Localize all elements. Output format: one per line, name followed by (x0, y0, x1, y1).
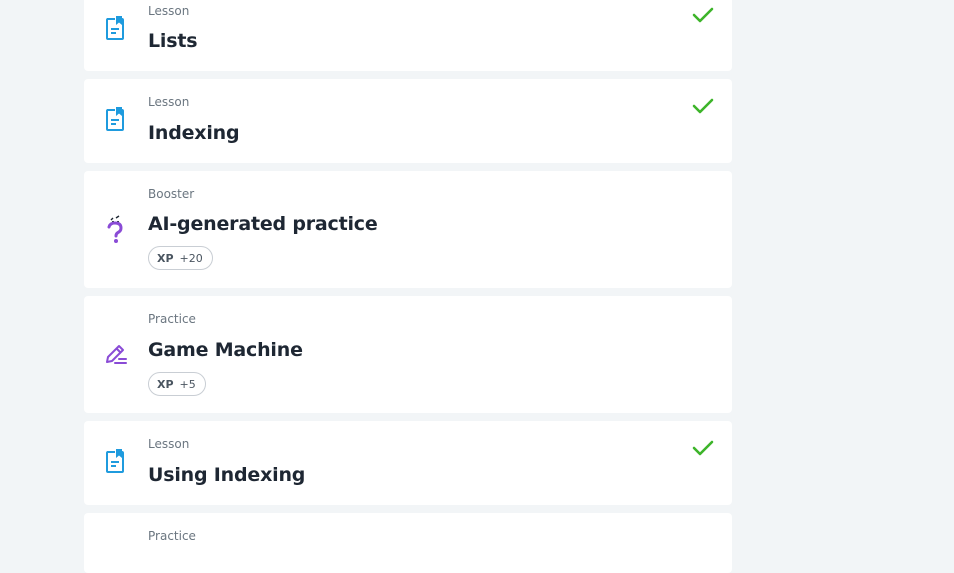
item-type-label: Lesson (148, 95, 190, 109)
question-mark-icon (104, 215, 128, 243)
xp-badge: XP +20 (148, 246, 213, 270)
list-item-using-indexing[interactable]: Lesson Using Indexing (84, 421, 732, 505)
pencil-icon (104, 342, 128, 368)
item-title: AI-generated practice (148, 213, 378, 235)
list-item-ai-generated-practice[interactable]: Booster AI-generated practice XP +20 (84, 171, 732, 288)
item-title: Using Indexing (148, 464, 306, 486)
item-type-label: Lesson (148, 4, 190, 18)
item-type-label: Lesson (148, 437, 190, 451)
list-item-game-machine[interactable]: Practice Game Machine XP +5 (84, 296, 732, 413)
item-title: Lists (148, 30, 198, 52)
completed-check-icon (692, 439, 714, 457)
item-type-label: Booster (148, 187, 195, 201)
item-title: Game Machine (148, 339, 303, 361)
lesson-document-icon (104, 107, 128, 133)
list-item-lists[interactable]: Lesson Lists (84, 0, 732, 71)
item-type-label: Practice (148, 529, 196, 543)
list-item-practice-partial[interactable]: Practice (84, 513, 732, 573)
xp-badge: XP +5 (148, 372, 206, 396)
lesson-document-icon (104, 449, 128, 475)
xp-label: XP (157, 251, 174, 265)
lesson-document-icon (104, 16, 128, 42)
item-title: Indexing (148, 122, 240, 144)
completed-check-icon (692, 6, 714, 24)
xp-value: +20 (179, 251, 203, 265)
xp-value: +5 (179, 377, 196, 391)
xp-label: XP (157, 377, 174, 391)
list-item-indexing[interactable]: Lesson Indexing (84, 79, 732, 163)
completed-check-icon (692, 97, 714, 115)
item-type-label: Practice (148, 312, 196, 326)
